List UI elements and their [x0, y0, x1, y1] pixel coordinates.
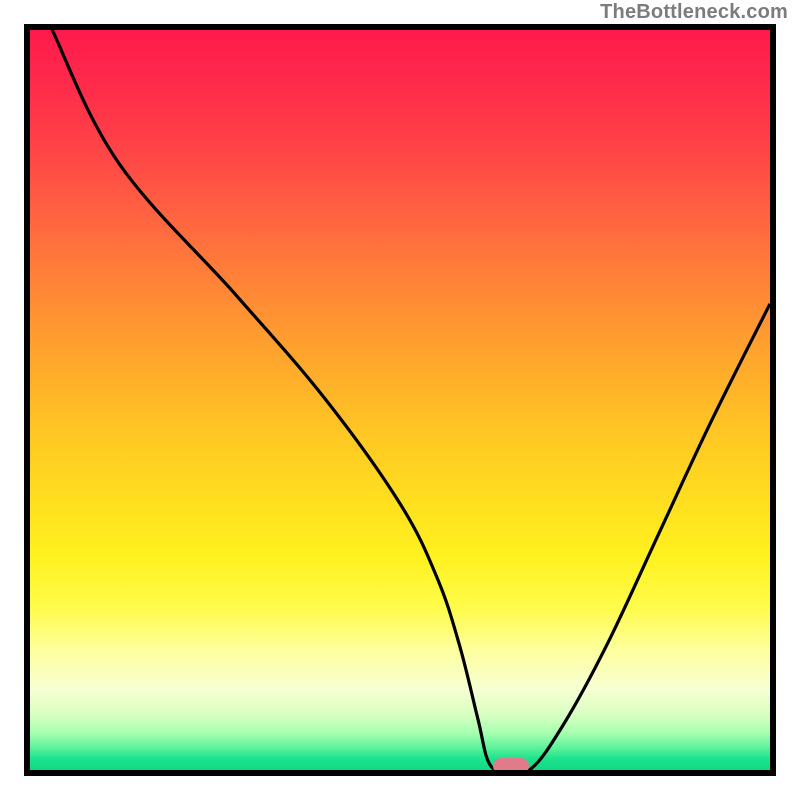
- optimum-marker: [493, 758, 529, 774]
- bottleneck-curve: [52, 30, 770, 770]
- chart-frame: TheBottleneck.com: [0, 0, 800, 800]
- plot-area: [24, 24, 776, 776]
- curve-layer: [30, 30, 770, 770]
- watermark-text: TheBottleneck.com: [600, 2, 788, 22]
